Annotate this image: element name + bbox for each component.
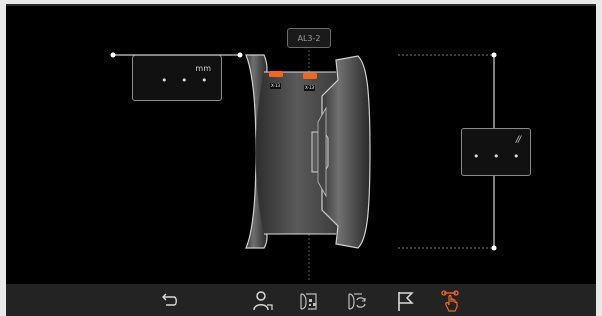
width-value: • • • [161,74,213,87]
width-unit-label: mm [195,64,211,73]
wheel-refresh-icon [348,293,366,310]
diameter-top-handle[interactable] [491,52,497,58]
weight-marker-right[interactable] [303,73,317,79]
wheel-scan-button[interactable] [296,288,322,314]
flag-icon [398,292,414,311]
back-button[interactable] [156,288,182,314]
weight-marker-left[interactable] [269,71,283,77]
diameter-value: • • • [473,150,525,163]
diameter-bottom-handle[interactable] [491,245,497,251]
back-arrow-icon [162,293,177,306]
weight-label-left: X-13 [270,83,282,89]
rim-profile-tag[interactable]: AL3-2 [287,28,331,48]
bottom-toolbar [6,284,596,316]
wheel-balancer-screen: X-13 X-13 AL3-2 mm • • • // • • • [6,4,596,316]
weight-label-right: X-13 [304,85,316,91]
width-right-handle[interactable] [237,52,243,58]
rim-spoke [317,106,327,198]
user-button[interactable] [250,288,276,314]
width-input-box[interactable]: mm • • • [132,55,222,101]
wheel-refresh-button[interactable] [344,288,370,314]
touch-hand-icon [441,290,459,312]
user-icon [253,291,273,311]
wheel-scan-icon [300,293,317,310]
touch-mode-button[interactable] [438,288,464,314]
diameter-unit-label: // [515,135,521,145]
width-left-handle[interactable] [110,52,116,58]
flag-button[interactable] [392,288,418,314]
diameter-input-box[interactable]: // • • • [461,128,531,176]
